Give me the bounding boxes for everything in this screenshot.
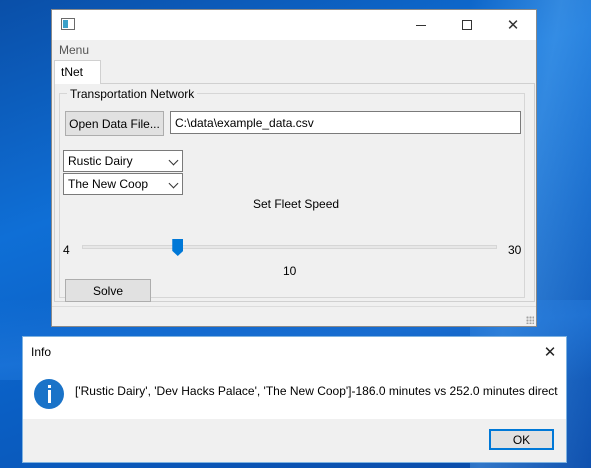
- minimize-button[interactable]: [398, 10, 444, 40]
- destination-select-value: The New Coop: [68, 177, 149, 191]
- origin-select-value: Rustic Dairy: [68, 154, 133, 168]
- chevron-down-icon: [168, 155, 179, 166]
- ok-button[interactable]: OK: [489, 429, 554, 450]
- fleet-speed-slider-thumb[interactable]: [172, 239, 184, 256]
- chevron-down-icon: [168, 178, 179, 189]
- main-window: ✕ Menu tNet Transportation Network Open …: [51, 9, 537, 327]
- info-icon-bar: [47, 390, 51, 403]
- dialog-footer: OK: [23, 419, 566, 462]
- close-icon: ✕: [506, 16, 520, 34]
- transportation-network-group: Transportation Network Open Data File...…: [59, 87, 525, 302]
- solve-button[interactable]: Solve: [65, 279, 151, 302]
- fleet-speed-label: Set Fleet Speed: [253, 197, 340, 211]
- status-bar: [52, 306, 536, 326]
- slider-max-label: 30: [508, 243, 522, 257]
- maximize-icon: [462, 20, 472, 30]
- menu-item-menu[interactable]: Menu: [59, 43, 89, 57]
- file-path-field[interactable]: [170, 111, 521, 134]
- fleet-speed-slider-track[interactable]: [82, 245, 497, 249]
- group-title: Transportation Network: [67, 87, 198, 101]
- destination-select[interactable]: The New Coop: [63, 173, 183, 195]
- title-bar[interactable]: ✕: [52, 10, 536, 40]
- minimize-icon: [416, 24, 426, 26]
- slider-value-label: 10: [283, 264, 297, 278]
- dialog-message: ['Rustic Dairy', 'Dev Hacks Palace', 'Th…: [75, 384, 558, 398]
- origin-select[interactable]: Rustic Dairy: [63, 150, 183, 172]
- maximize-button[interactable]: [444, 10, 490, 40]
- info-icon-dot: [47, 385, 51, 388]
- open-data-file-button[interactable]: Open Data File...: [65, 111, 164, 136]
- dialog-title: Info: [31, 345, 52, 359]
- slider-min-label: 4: [63, 243, 70, 257]
- info-dialog: Info ✕ ['Rustic Dairy', 'Dev Hacks Palac…: [22, 336, 567, 463]
- app-icon: [61, 18, 75, 30]
- resize-grip-icon[interactable]: [526, 316, 534, 324]
- dialog-close-button[interactable]: ✕: [527, 337, 573, 367]
- menu-bar: Menu: [52, 40, 536, 59]
- close-button[interactable]: ✕: [490, 10, 536, 40]
- tab-tnet[interactable]: tNet: [54, 60, 101, 84]
- tab-pane-tnet: Transportation Network Open Data File...…: [54, 83, 535, 302]
- close-icon: ✕: [543, 343, 557, 361]
- info-icon: [34, 379, 64, 409]
